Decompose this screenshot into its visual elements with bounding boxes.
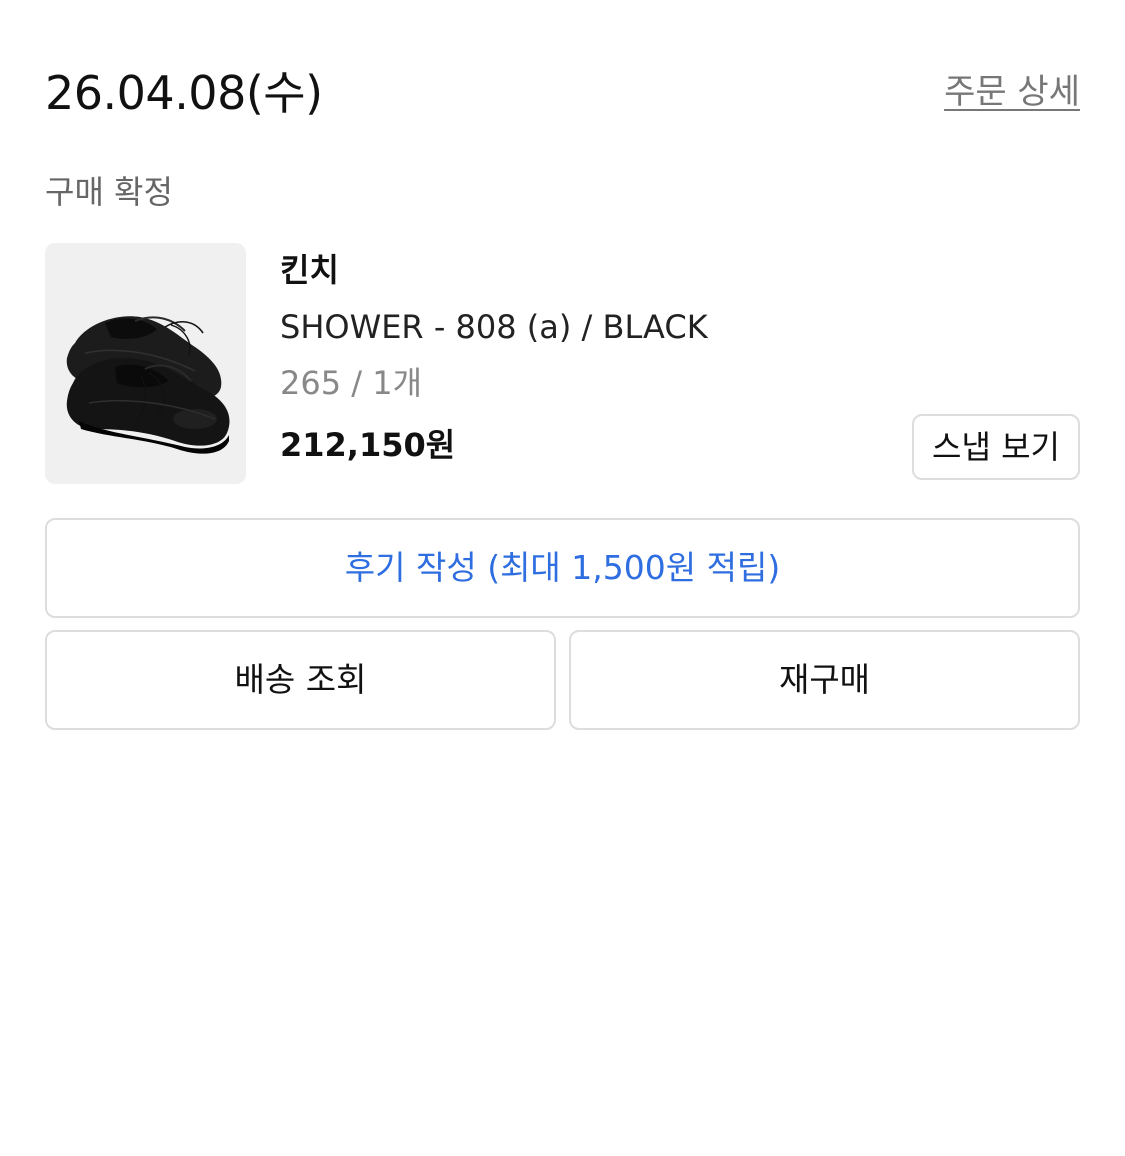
product-name[interactable]: SHOWER - 808 (a) / BLACK [280,305,708,349]
order-date: 26.04.08(수) [45,66,323,120]
product-info: 킨치 SHOWER - 808 (a) / BLACK 265 / 1개 212… [280,243,1080,484]
product-price: 212,150원 [280,426,456,464]
product-option: 265 / 1개 [280,364,423,402]
delivery-tracking-button[interactable]: 배송 조회 [45,630,556,730]
black-leather-shoes-icon [66,316,230,454]
order-detail-link[interactable]: 주문 상세 [944,70,1080,114]
order-header: 26.04.08(수) 주문 상세 [45,60,1080,130]
rebuy-button[interactable]: 재구매 [569,630,1080,730]
brand-name[interactable]: 킨치 [280,247,339,293]
order-status: 구매 확정 [45,173,173,211]
product-image[interactable] [45,243,246,484]
write-review-button[interactable]: 후기 작성 (최대 1,500원 적립) [45,518,1080,618]
snap-view-button[interactable]: 스냅 보기 [912,414,1080,480]
